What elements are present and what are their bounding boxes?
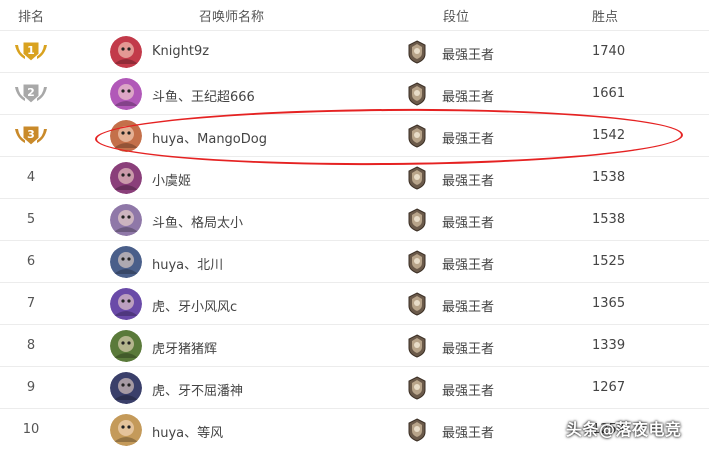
rank-number: 4: [26, 170, 36, 185]
summoner-name[interactable]: huya、等风: [152, 422, 223, 441]
tier-label: 最强王者: [442, 384, 495, 399]
summoner-name[interactable]: 虎、牙小风风c: [152, 296, 237, 315]
king-tier-icon: [407, 82, 427, 106]
champion-avatar[interactable]: [110, 288, 142, 320]
champion-avatar[interactable]: [110, 78, 142, 110]
medal-icon: 1: [13, 39, 49, 65]
champion-avatar[interactable]: [110, 246, 142, 278]
champion-avatar[interactable]: [110, 330, 142, 362]
table-row[interactable]: 6 huya、北川 最强王者 1525: [0, 240, 709, 282]
medal-rank-number: 3: [27, 128, 35, 141]
champion-avatar[interactable]: [110, 36, 142, 68]
king-tier-icon: [407, 292, 427, 316]
medal-rank-number: 2: [27, 86, 35, 99]
header-tier: 段位: [443, 10, 470, 25]
king-tier-icon: [407, 334, 427, 358]
watermark: 头条@落夜电竞: [566, 420, 682, 439]
medal-icon: 3: [13, 123, 49, 149]
king-tier-icon: [407, 40, 427, 64]
tier-label: 最强王者: [442, 300, 495, 315]
table-row[interactable]: 2 斗鱼、王纪超666 最强王者 1661: [0, 72, 709, 114]
league-points: 1538: [592, 212, 626, 227]
rank-number: 8: [26, 338, 36, 353]
rank-number: 7: [26, 296, 36, 311]
table-row[interactable]: 9 虎、牙不屈潘神 最强王者 1267: [0, 366, 709, 408]
summoner-name[interactable]: 虎、牙不屈潘神: [152, 380, 243, 399]
table-row[interactable]: 5 斗鱼、格局太小 最强王者 1538: [0, 198, 709, 240]
league-points: 1538: [592, 170, 626, 185]
tier-label: 最强王者: [442, 48, 495, 63]
summoner-name[interactable]: 虎牙猪猪辉: [152, 338, 217, 357]
league-points: 1339: [592, 338, 626, 353]
rank-number: 9: [26, 380, 36, 395]
table-header: 排名 召唤师名称 段位 胜点: [0, 0, 709, 30]
king-tier-icon: [407, 418, 427, 442]
ranking-table: 1 Knight9z 最强王者 1740 2 斗鱼、王纪超666 最强王者 1661 3 huya…: [0, 30, 709, 450]
tier-label: 最强王者: [442, 342, 495, 357]
header-summoner-name: 召唤师名称: [199, 10, 265, 25]
tier-label: 最强王者: [442, 90, 495, 105]
league-points: 1267: [592, 380, 626, 395]
league-points: 1740: [592, 44, 626, 59]
medal-rank-number: 1: [27, 44, 35, 57]
king-tier-icon: [407, 208, 427, 232]
header-score: 胜点: [592, 10, 619, 25]
summoner-name[interactable]: 斗鱼、格局太小: [152, 212, 243, 231]
summoner-name[interactable]: huya、北川: [152, 254, 223, 273]
king-tier-icon: [407, 376, 427, 400]
tier-label: 最强王者: [442, 426, 495, 441]
rank-number: 6: [26, 254, 36, 269]
king-tier-icon: [407, 250, 427, 274]
champion-avatar[interactable]: [110, 204, 142, 236]
champion-avatar[interactable]: [110, 162, 142, 194]
summoner-name[interactable]: 小虞姬: [152, 170, 191, 189]
league-points: 1365: [592, 296, 626, 311]
rank-number: 10: [22, 422, 40, 437]
league-points: 1661: [592, 86, 626, 101]
summoner-name[interactable]: Knight9z: [152, 44, 209, 59]
champion-avatar[interactable]: [110, 414, 142, 446]
table-row[interactable]: 7 虎、牙小风风c 最强王者 1365: [0, 282, 709, 324]
table-row[interactable]: 1 Knight9z 最强王者 1740: [0, 30, 709, 72]
league-points: 1525: [592, 254, 626, 269]
summoner-name[interactable]: 斗鱼、王纪超666: [152, 86, 255, 105]
champion-avatar[interactable]: [110, 372, 142, 404]
tier-label: 最强王者: [442, 216, 495, 231]
rank-number: 5: [26, 212, 36, 227]
medal-icon: 2: [13, 81, 49, 107]
tier-label: 最强王者: [442, 174, 495, 189]
tier-label: 最强王者: [442, 258, 495, 273]
header-rank: 排名: [18, 10, 45, 25]
table-row[interactable]: 8 虎牙猪猪辉 最强王者 1339: [0, 324, 709, 366]
king-tier-icon: [407, 166, 427, 190]
